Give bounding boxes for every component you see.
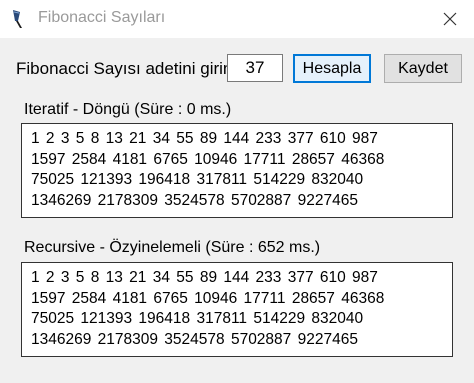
close-icon — [443, 12, 457, 26]
title-bar[interactable]: Fibonacci Sayıları — [0, 0, 474, 38]
calculate-button[interactable]: Hesapla — [293, 54, 371, 83]
feather-pen-icon — [9, 9, 29, 29]
close-button[interactable] — [436, 6, 464, 32]
iterative-label: Iteratif - Döngü (Süre : 0 ms.) — [24, 101, 232, 118]
recursive-result-box[interactable]: 1 2 3 5 8 13 21 34 55 89 144 233 377 610… — [21, 262, 453, 357]
iterative-result-box[interactable]: 1 2 3 5 8 13 21 34 55 89 144 233 377 610… — [21, 123, 453, 218]
window-title: Fibonacci Sayıları — [38, 9, 166, 26]
recursive-label: Recursive - Özyinelemeli (Süre : 652 ms.… — [24, 239, 321, 256]
count-input[interactable] — [227, 54, 283, 82]
count-label: Fibonacci Sayısı adetini girin: — [16, 59, 238, 78]
save-button[interactable]: Kaydet — [384, 54, 462, 83]
